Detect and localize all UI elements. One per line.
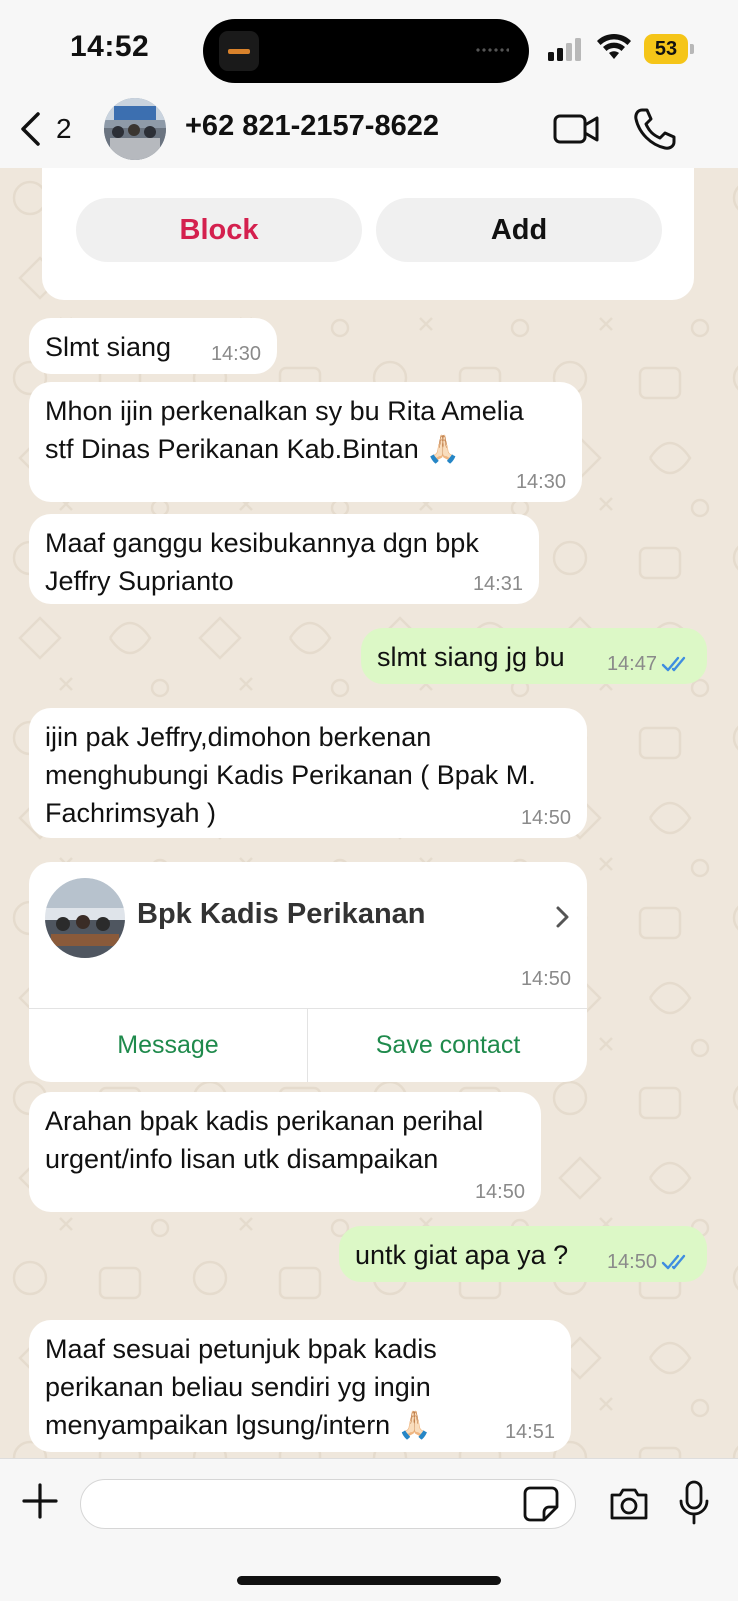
plus-icon[interactable] (20, 1481, 60, 1521)
message-text: Arahan bpak kadis perikanan perihal urge… (45, 1106, 484, 1174)
dynamic-island (203, 19, 529, 83)
shared-contact-name: Bpk Kadis Perikanan (137, 898, 426, 930)
shared-contact-avatar (45, 878, 125, 958)
microphone-icon[interactable] (676, 1479, 712, 1527)
message-bubble-outgoing[interactable]: slmt siang jg bu 14:47 (361, 628, 707, 684)
read-receipt-icon (661, 1254, 686, 1270)
phone-call-icon[interactable] (630, 104, 680, 154)
message-bubble[interactable]: Arahan bpak kadis perikanan perihal urge… (29, 1092, 541, 1212)
unknown-contact-notice: Block Add (42, 168, 694, 300)
camera-icon[interactable] (608, 1483, 650, 1525)
message-text: Maaf ganggu kesibukannya dgn bpk Jeffry … (45, 528, 479, 596)
message-time: 14:30 (515, 471, 566, 493)
message-time: 14:51 (504, 1421, 555, 1443)
message-text: Maaf sesuai petunjuk bpak kadis perikana… (45, 1334, 437, 1440)
chevron-left-icon (21, 112, 40, 146)
message-time: 14:30 (210, 343, 261, 365)
message-bubble[interactable]: Maaf ganggu kesibukannya dgn bpk Jeffry … (29, 514, 539, 604)
message-bubble-outgoing[interactable]: untk giat apa ya ? 14:50 (339, 1226, 707, 1282)
battery-icon: 53 (644, 34, 696, 64)
read-receipt-icon (661, 656, 686, 672)
live-activity-app-icon (219, 31, 259, 71)
unread-count: 2 (56, 113, 72, 144)
chevron-right-icon[interactable] (551, 902, 575, 932)
message-bubble[interactable]: Slmt siang 14:30 (29, 318, 277, 374)
top-bar: 14:52 53 2 +62 821-2157-8622 (0, 0, 738, 168)
message-time-read: 14:50 (607, 1250, 691, 1274)
divider (307, 1008, 308, 1082)
battery-percent: 53 (654, 38, 678, 60)
contact-name[interactable]: +62 821-2157-8622 (185, 110, 439, 143)
add-button[interactable]: Add (376, 198, 662, 262)
shared-contact-card[interactable]: Bpk Kadis Perikanan 14:50 Message Save c… (29, 862, 587, 1082)
home-indicator[interactable] (237, 1576, 501, 1585)
message-time: 14:50 (520, 968, 571, 990)
message-time: 14:50 (520, 807, 571, 829)
block-button[interactable]: Block (76, 198, 362, 262)
message-time-read: 14:47 (607, 652, 691, 676)
message-bubble[interactable]: Maaf sesuai petunjuk bpak kadis perikana… (29, 1320, 571, 1452)
message-text: ijin pak Jeffry,dimohon berkenan menghub… (45, 722, 536, 828)
chat-area[interactable]: Block Add Slmt siang 14:30 Mhon ijin per… (0, 168, 738, 1458)
message-bubble[interactable]: ijin pak Jeffry,dimohon berkenan menghub… (29, 708, 587, 838)
wifi-icon (597, 33, 631, 59)
message-text: Mhon ijin perkenalkan sy bu Rita Amelia … (45, 396, 524, 464)
message-time: 14:50 (606, 1251, 657, 1273)
save-contact-button[interactable]: Save contact (309, 1008, 587, 1082)
message-time: 14:31 (472, 573, 523, 595)
cellular-signal-icon (548, 37, 584, 61)
message-time: 14:50 (474, 1181, 525, 1203)
message-time: 14:47 (606, 653, 657, 675)
island-dots (475, 47, 509, 53)
back-button[interactable]: 2 (18, 104, 72, 154)
message-input[interactable] (80, 1479, 576, 1529)
message-contact-button[interactable]: Message (29, 1008, 307, 1082)
sticker-icon[interactable] (522, 1485, 560, 1523)
contact-avatar[interactable] (104, 98, 166, 160)
video-call-icon[interactable] (552, 104, 602, 154)
message-bubble[interactable]: Mhon ijin perkenalkan sy bu Rita Amelia … (29, 382, 582, 502)
status-time: 14:52 (70, 30, 150, 63)
